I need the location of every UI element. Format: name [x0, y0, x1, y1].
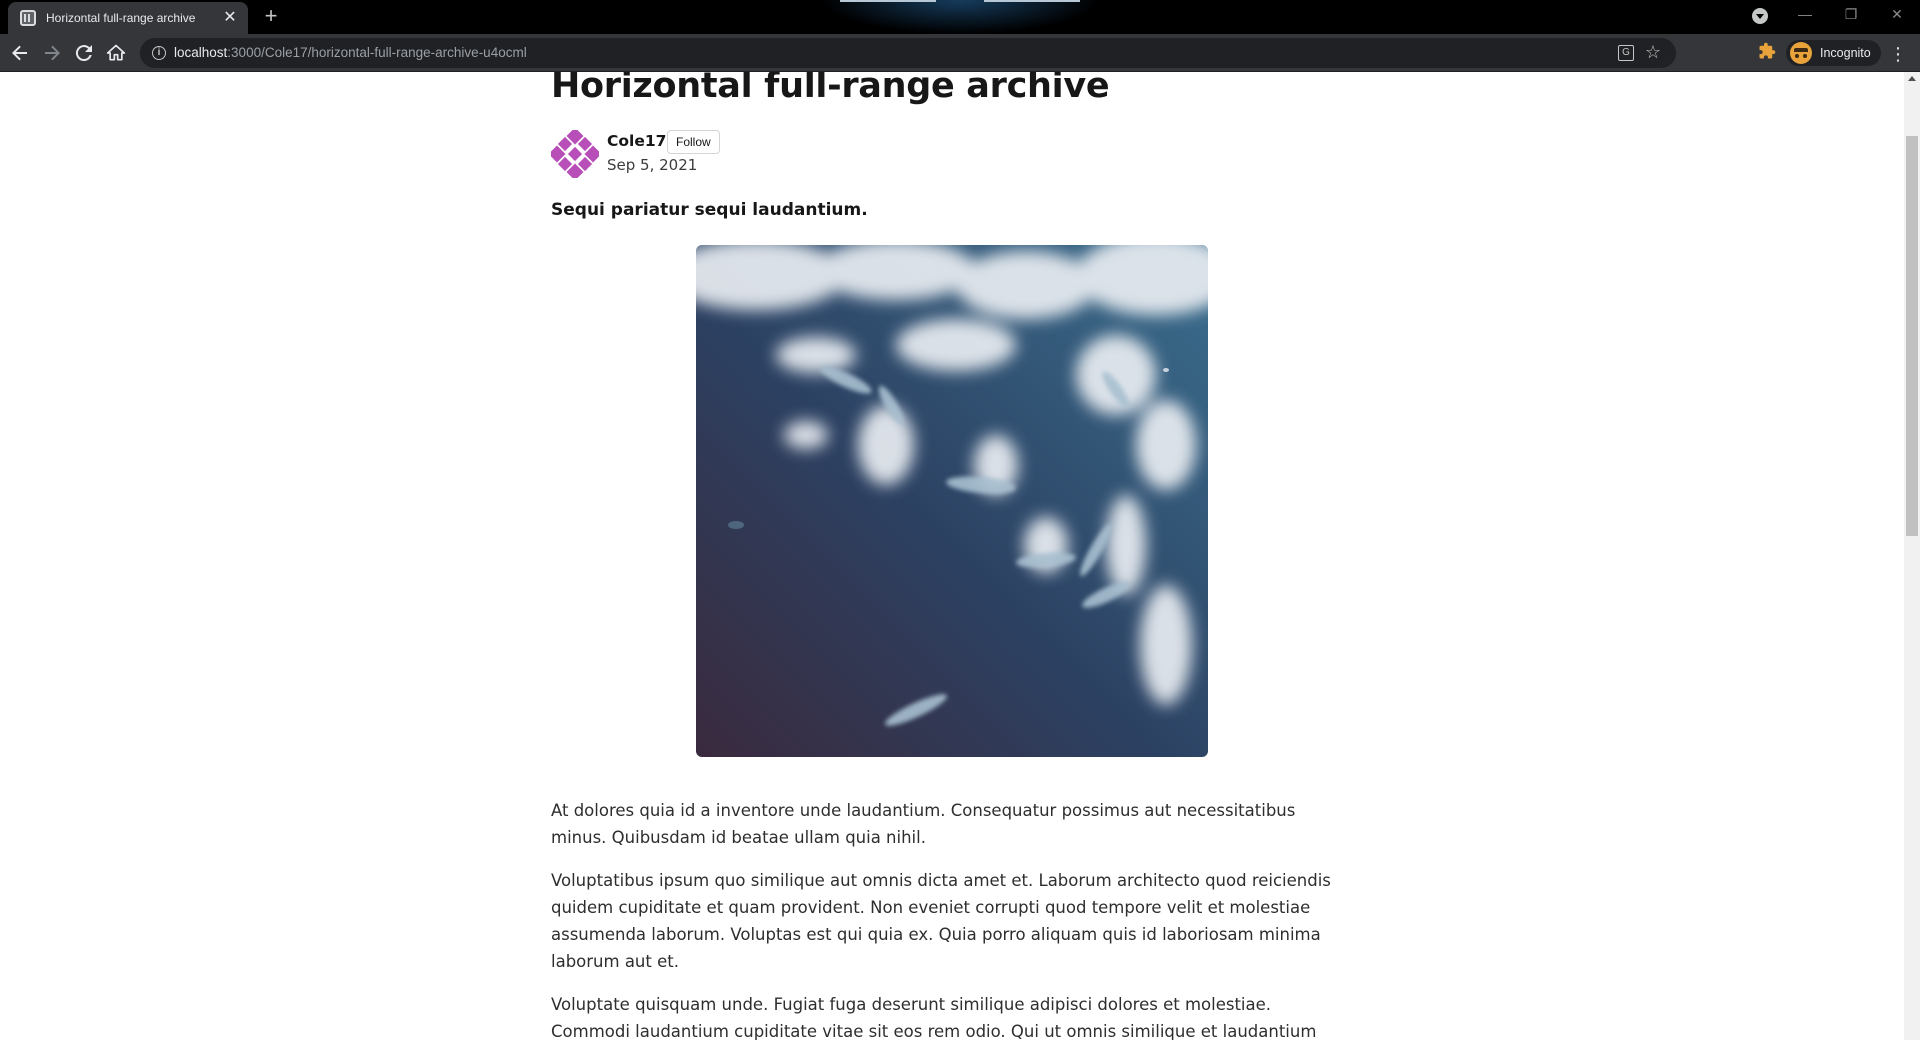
- page-scrollbar[interactable]: [1904, 72, 1920, 1040]
- address-bar[interactable]: i localhost:3000/Cole17/horizontal-full-…: [140, 38, 1676, 68]
- extensions-icon[interactable]: [1755, 42, 1779, 66]
- close-window-button[interactable]: ✕: [1874, 0, 1920, 30]
- wallpaper-glow: [820, 0, 1100, 34]
- article-title: Horizontal full-range archive: [551, 72, 1110, 106]
- wallpaper-line: [984, 0, 1080, 2]
- page-viewport: Horizontal full-range archive Cole17 Fol…: [0, 72, 1904, 1040]
- reload-icon[interactable]: [72, 41, 96, 65]
- site-info-icon[interactable]: i: [152, 46, 166, 60]
- browser-tab[interactable]: Horizontal full-range archive ✕: [8, 2, 248, 34]
- follow-button[interactable]: Follow: [667, 130, 720, 154]
- tab-title: Horizontal full-range archive: [46, 11, 196, 25]
- tab-search-icon[interactable]: [1752, 8, 1768, 24]
- tab-close-icon[interactable]: ✕: [222, 10, 238, 26]
- tab-favicon-icon: [20, 10, 36, 26]
- incognito-label: Incognito: [1820, 46, 1871, 60]
- author-name[interactable]: Cole17: [607, 132, 666, 150]
- forward-icon[interactable]: [40, 41, 64, 65]
- scroll-up-arrow-icon[interactable]: [1908, 76, 1916, 81]
- translate-icon[interactable]: G: [1618, 45, 1634, 61]
- article-body: At dolores quia id a inventore unde laud…: [551, 797, 1331, 1040]
- minimize-button[interactable]: —: [1782, 0, 1828, 30]
- cover-image: [696, 245, 1208, 757]
- browser-toolbar: i localhost:3000/Cole17/horizontal-full-…: [0, 34, 1920, 72]
- post-date: Sep 5, 2021: [607, 156, 698, 174]
- article-subtitle: Sequi pariatur sequi laudantium.: [551, 200, 868, 220]
- body-paragraph: Voluptate quisquam unde. Fugiat fuga des…: [551, 995, 1317, 1040]
- menu-icon[interactable]: ⋮: [1888, 42, 1908, 66]
- restore-button[interactable]: ❐: [1828, 0, 1874, 30]
- browser-titlebar: Horizontal full-range archive ✕ + — ❐ ✕: [0, 0, 1920, 34]
- wallpaper-line: [840, 0, 936, 2]
- author-avatar[interactable]: [548, 127, 602, 181]
- incognito-icon: [1790, 42, 1812, 64]
- body-paragraph: At dolores quia id a inventore unde laud…: [551, 801, 1296, 847]
- url-text[interactable]: localhost:3000/Cole17/horizontal-full-ra…: [174, 38, 527, 68]
- home-icon[interactable]: [104, 41, 128, 65]
- bookmark-star-icon[interactable]: ☆: [1642, 41, 1664, 63]
- new-tab-button[interactable]: +: [260, 5, 282, 28]
- scroll-thumb[interactable]: [1906, 136, 1918, 536]
- incognito-profile-button[interactable]: Incognito: [1786, 40, 1881, 66]
- back-icon[interactable]: [8, 41, 32, 65]
- body-paragraph: Voluptatibus ipsum quo similique aut omn…: [551, 871, 1331, 971]
